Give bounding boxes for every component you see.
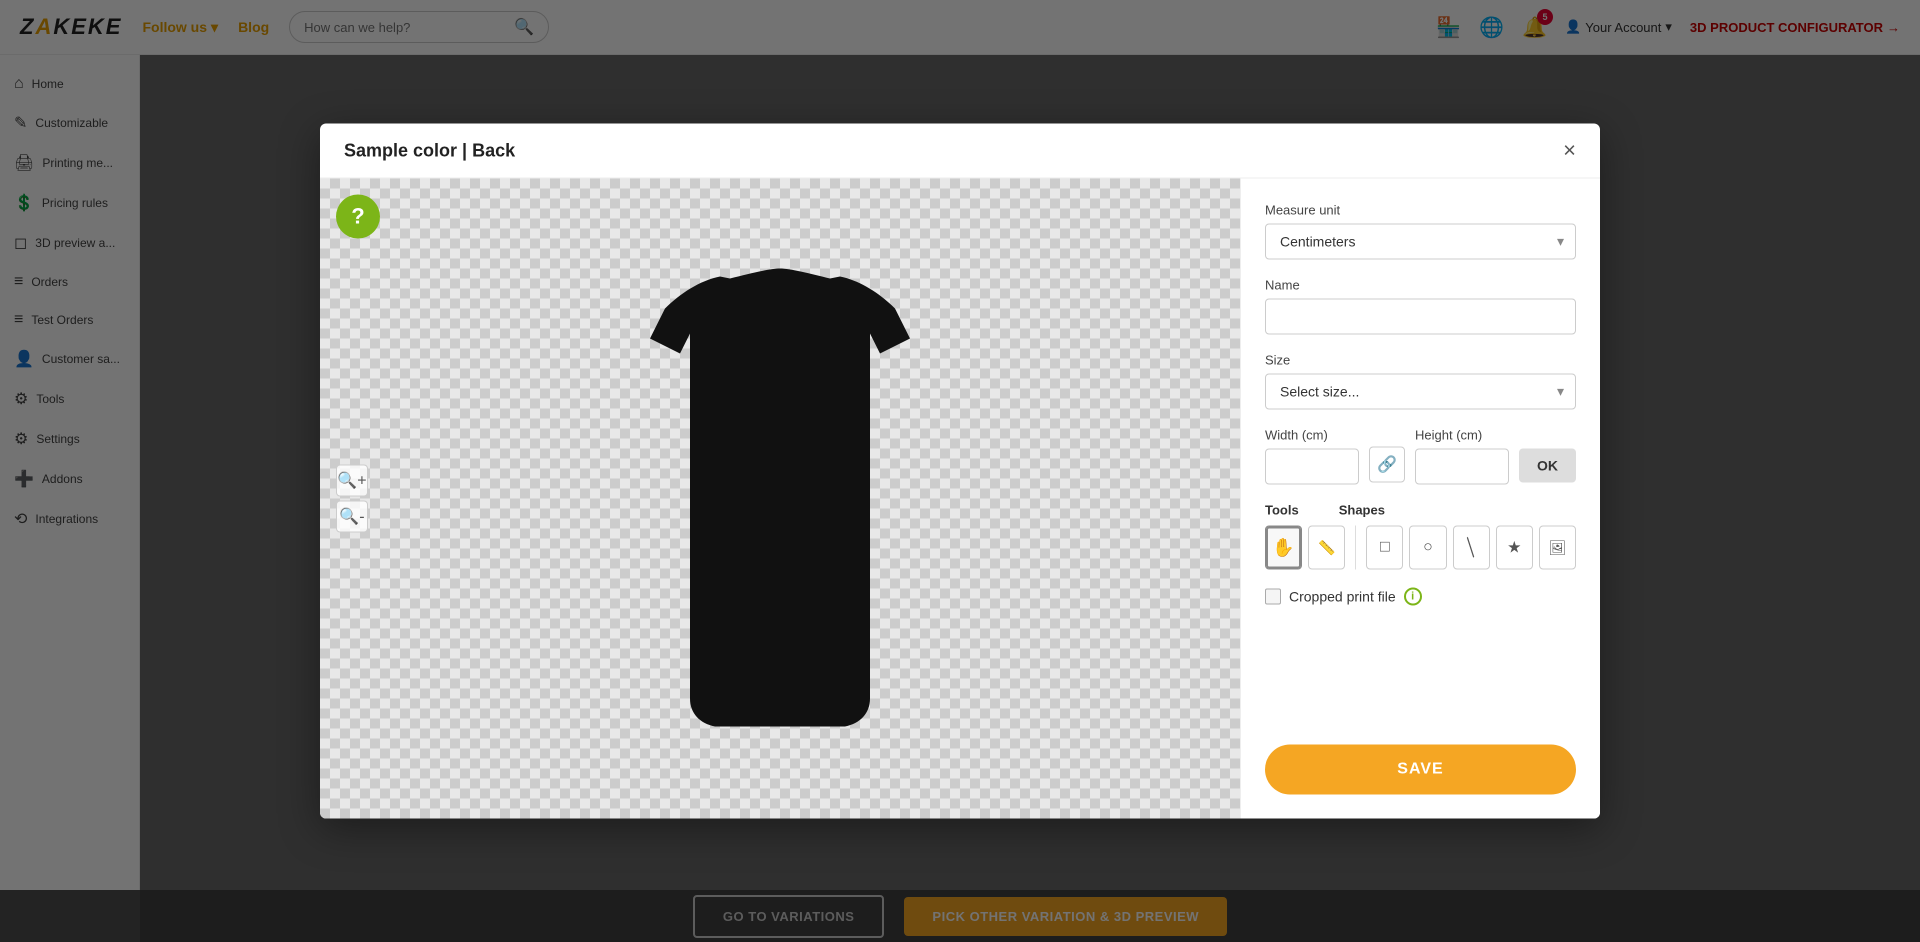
zoom-out-icon: 🔍- (339, 507, 364, 527)
info-icon[interactable]: i (1404, 588, 1422, 606)
tools-header: Tools Shapes (1265, 503, 1576, 518)
modal-title: Sample color | Back (344, 140, 515, 161)
square-shape-button[interactable]: □ (1366, 526, 1403, 570)
ruler-icon: 📏 (1318, 539, 1335, 556)
name-input[interactable] (1265, 299, 1576, 335)
modal-close-button[interactable]: × (1563, 140, 1576, 162)
zoom-out-button[interactable]: 🔍- (336, 501, 368, 533)
canvas-area[interactable]: ? 🔍+ 🔍- (320, 179, 1240, 819)
height-label: Height (cm) (1415, 428, 1509, 443)
name-label: Name (1265, 278, 1576, 293)
square-icon: □ (1380, 539, 1390, 557)
ok-button[interactable]: OK (1519, 449, 1576, 483)
hand-tool-button[interactable]: ✋ (1265, 526, 1302, 570)
width-label: Width (cm) (1265, 428, 1359, 443)
size-label: Size (1265, 353, 1576, 368)
height-input[interactable] (1415, 449, 1509, 485)
image-shape-button[interactable]: 🖼 (1539, 526, 1576, 570)
line-shape-button[interactable]: ╱ (1453, 526, 1490, 570)
tools-section: Tools Shapes ✋ 📏 □ (1265, 503, 1576, 570)
name-field: Name (1265, 278, 1576, 335)
link-icon: 🔗 (1377, 455, 1397, 475)
help-button[interactable]: ? (336, 195, 380, 239)
link-dimensions-button[interactable]: 🔗 (1369, 447, 1405, 483)
save-button[interactable]: SAVE (1265, 745, 1576, 795)
image-icon: 🖼 (1549, 539, 1567, 556)
zoom-in-button[interactable]: 🔍+ (336, 465, 368, 497)
shapes-label: Shapes (1339, 503, 1385, 518)
hand-icon: ✋ (1272, 537, 1294, 558)
measure-unit-select[interactable]: Centimeters Inches Pixels (1265, 224, 1576, 260)
zoom-controls: 🔍+ 🔍- (336, 465, 368, 533)
height-field: Height (cm) (1415, 428, 1509, 485)
shirt-preview (610, 259, 950, 739)
width-field: Width (cm) (1265, 428, 1359, 485)
measure-unit-label: Measure unit (1265, 203, 1576, 218)
measure-unit-select-wrapper: Centimeters Inches Pixels ▾ (1265, 224, 1576, 260)
width-input[interactable] (1265, 449, 1359, 485)
size-field: Size Select size... ▾ (1265, 353, 1576, 410)
circle-icon: ○ (1423, 539, 1433, 557)
tools-divider (1355, 526, 1356, 570)
modal-header: Sample color | Back × (320, 124, 1600, 179)
star-shape-button[interactable]: ★ (1496, 526, 1533, 570)
star-icon: ★ (1507, 538, 1521, 558)
zoom-in-icon: 🔍+ (337, 471, 366, 491)
dimensions-row: Width (cm) 🔗 Height (cm) OK (1265, 428, 1576, 485)
tools-row: ✋ 📏 □ ○ ╱ (1265, 526, 1576, 570)
modal-body: ? 🔍+ 🔍- Measure uni (320, 179, 1600, 819)
tools-label: Tools (1265, 503, 1299, 518)
size-select-wrapper: Select size... ▾ (1265, 374, 1576, 410)
right-panel: Measure unit Centimeters Inches Pixels ▾… (1240, 179, 1600, 819)
cropped-print-file-row: Cropped print file i (1265, 588, 1576, 606)
line-icon: ╱ (1461, 537, 1482, 558)
size-select[interactable]: Select size... (1265, 374, 1576, 410)
measure-unit-field: Measure unit Centimeters Inches Pixels ▾ (1265, 203, 1576, 260)
modal-dialog: Sample color | Back × ? 🔍+ 🔍- (320, 124, 1600, 819)
cropped-print-file-checkbox[interactable] (1265, 589, 1281, 605)
ruler-tool-button[interactable]: 📏 (1308, 526, 1345, 570)
cropped-print-file-label: Cropped print file (1289, 589, 1396, 605)
circle-shape-button[interactable]: ○ (1409, 526, 1446, 570)
